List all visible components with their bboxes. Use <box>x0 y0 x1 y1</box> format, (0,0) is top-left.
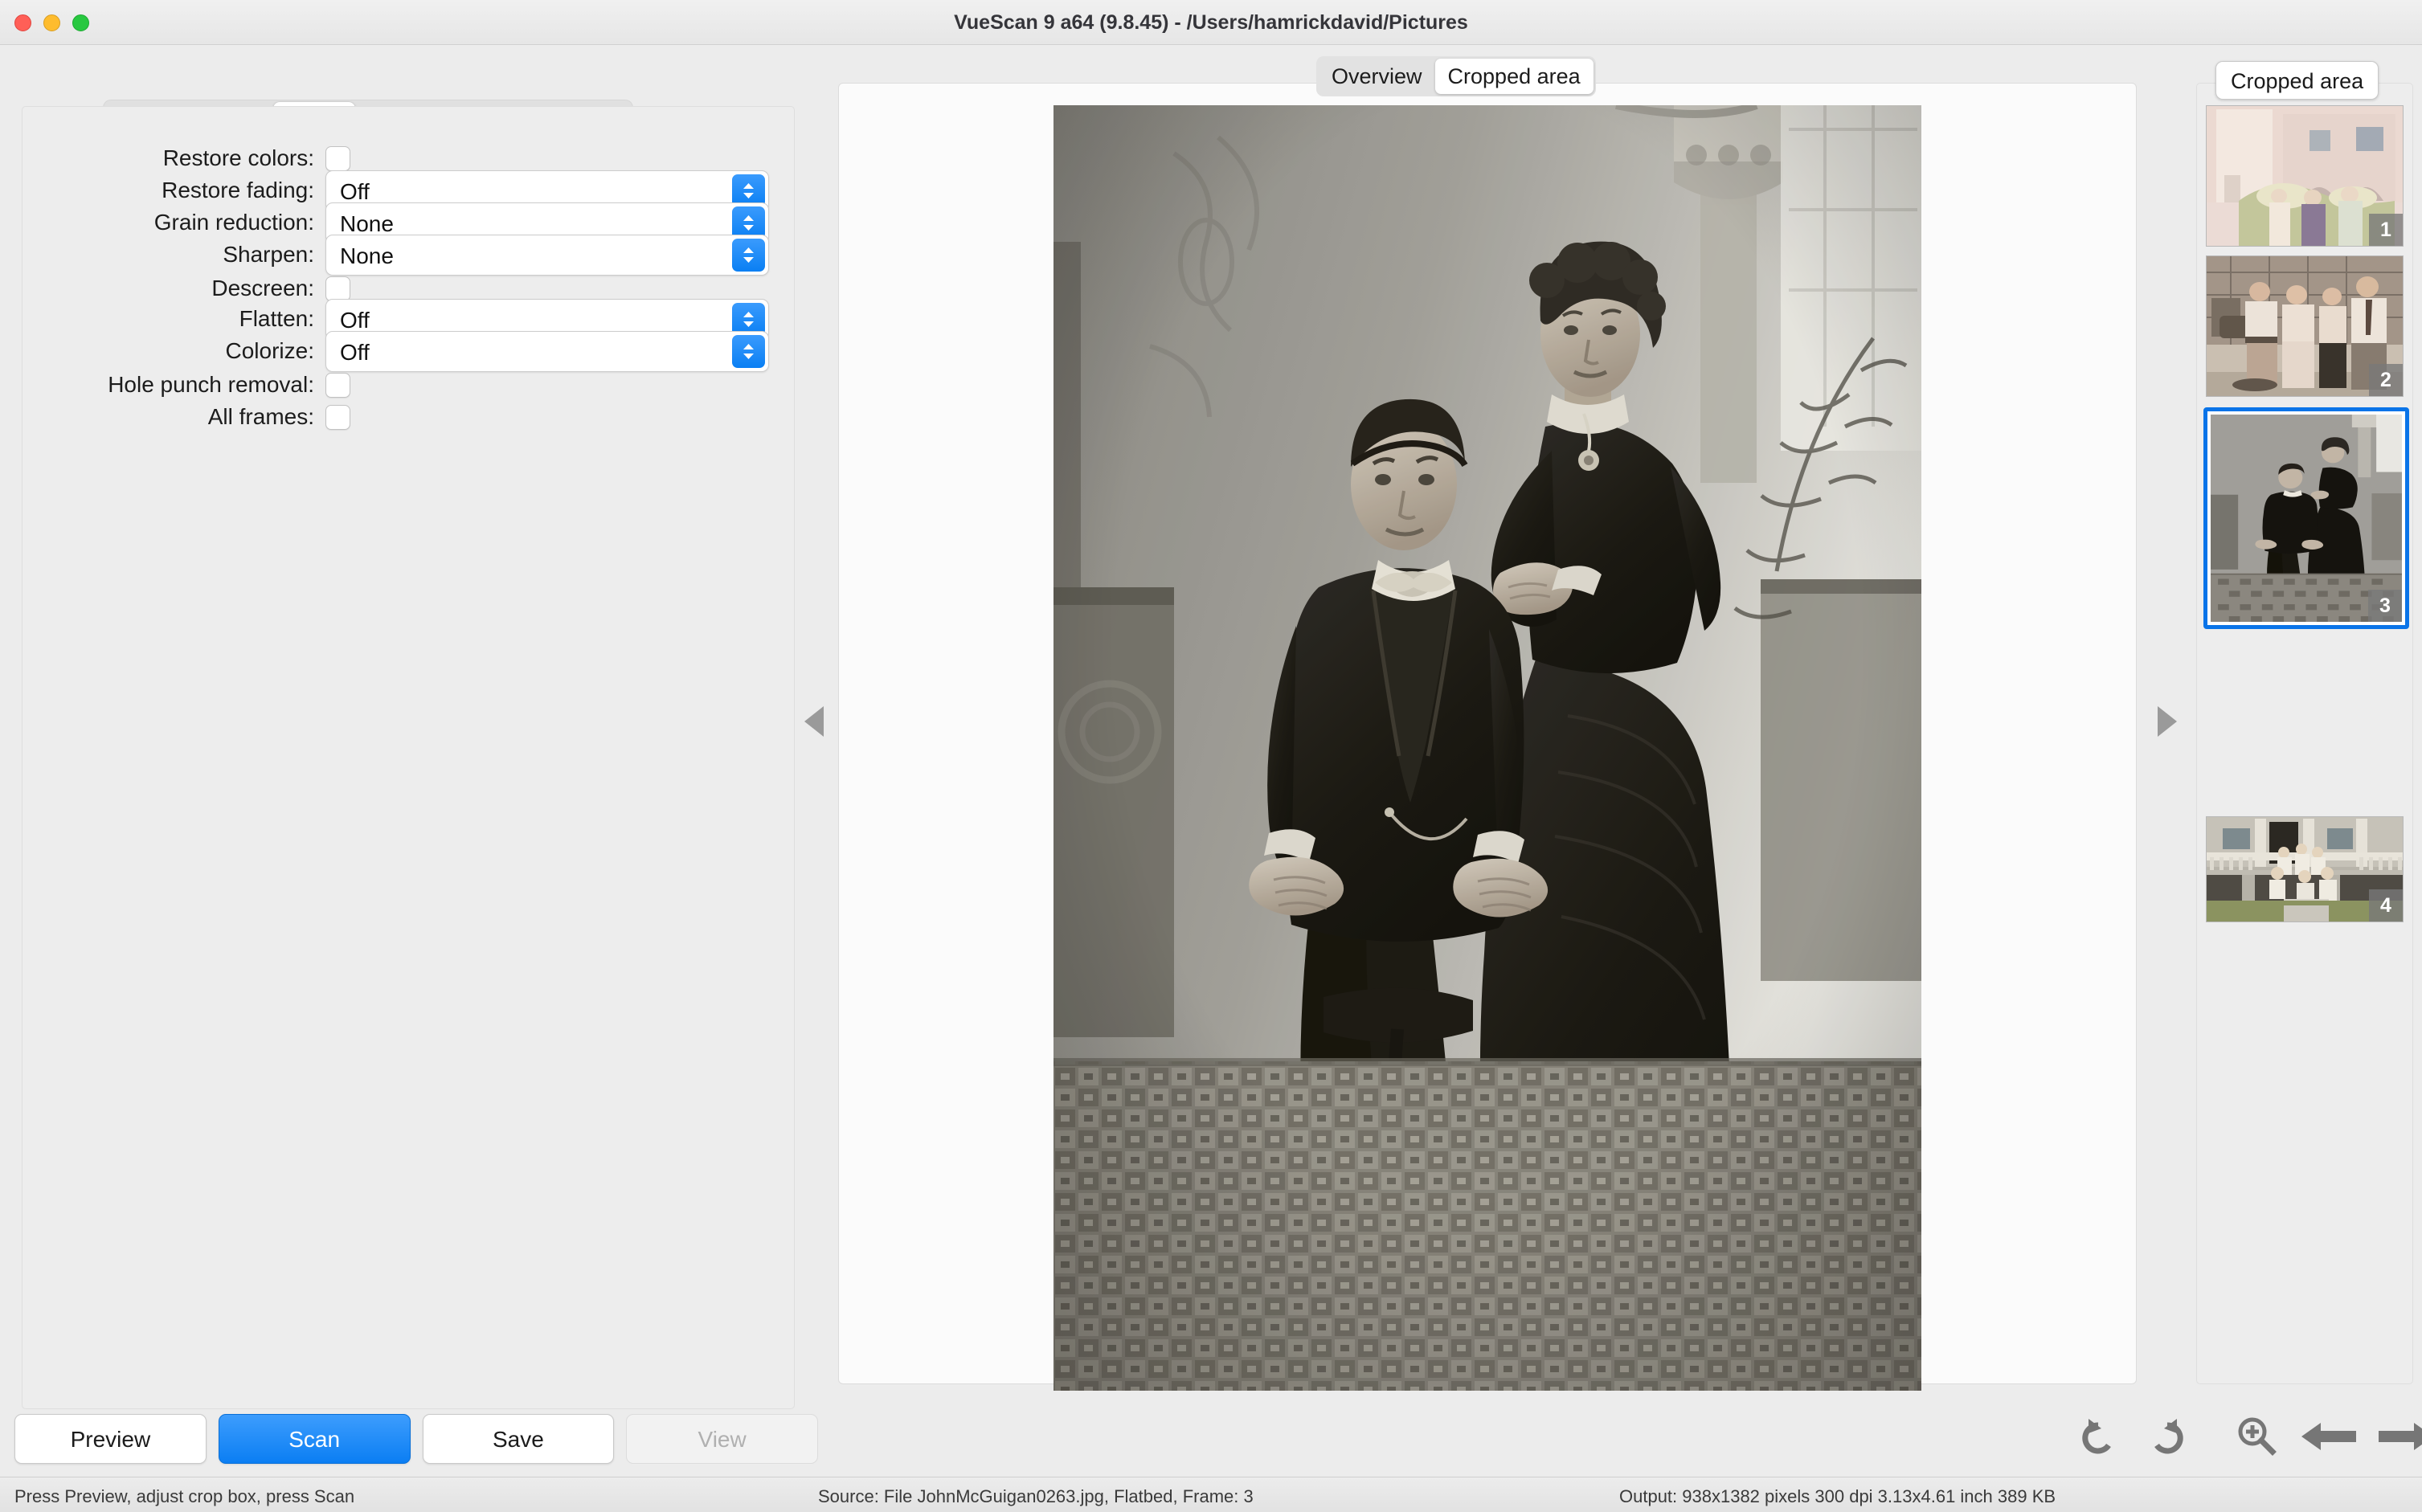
list-item[interactable]: 1 <box>2206 105 2404 247</box>
option-label: Flatten: <box>23 306 325 332</box>
checkbox-restore-colors[interactable] <box>325 146 350 171</box>
checkbox-hole-punch-removal[interactable] <box>325 373 350 398</box>
status-source: Source: File JohnMcGuigan0263.jpg, Flatb… <box>818 1486 1254 1507</box>
option-label: All frames: <box>23 404 325 430</box>
view-button: View <box>626 1414 818 1464</box>
preview-tab-group[interactable]: OverviewCropped area <box>1316 56 1596 96</box>
option-label: Colorize: <box>23 338 325 364</box>
option-label: Restore colors: <box>23 145 325 171</box>
option-row: All frames: <box>23 398 796 436</box>
scan-button[interactable]: Scan <box>219 1414 411 1464</box>
save-button[interactable]: Save <box>423 1414 615 1464</box>
preview-tab-overview[interactable]: Overview <box>1319 59 1435 94</box>
cropped-area-button[interactable]: Cropped area <box>2215 61 2379 100</box>
option-label: Sharpen: <box>23 242 325 268</box>
checkbox-all-frames[interactable] <box>325 405 350 430</box>
thumbnail-number: 3 <box>2368 590 2402 622</box>
rotate-right-icon[interactable] <box>2142 1412 2192 1461</box>
list-item[interactable]: 2 <box>2206 255 2404 397</box>
option-label: Descreen: <box>23 276 325 301</box>
window-title: VueScan 9 a64 (9.8.45) - /Users/hamrickd… <box>0 0 2422 45</box>
option-label: Restore fading: <box>23 178 325 203</box>
preview-tab-cropped-area[interactable]: Cropped area <box>1435 59 1594 94</box>
rotate-left-icon[interactable] <box>2073 1412 2123 1461</box>
image-tool-bar <box>2073 1412 2422 1461</box>
option-row: Colorize:Off <box>23 332 796 370</box>
arrow-right-icon[interactable] <box>2377 1412 2422 1461</box>
action-button-bar: PreviewScanSaveView <box>14 1414 818 1469</box>
triangle-left-icon[interactable] <box>804 706 824 737</box>
preview-image[interactable] <box>1053 105 1921 1391</box>
thumbnail-number: 2 <box>2369 364 2403 396</box>
stepper-colorize[interactable] <box>732 335 765 368</box>
list-item[interactable]: 4 <box>2206 816 2404 922</box>
checkbox-descreen[interactable] <box>325 276 350 301</box>
stepper-sharpen[interactable] <box>732 239 765 272</box>
thumbnail-number: 1 <box>2369 214 2403 246</box>
arrow-left-icon[interactable] <box>2300 1412 2358 1461</box>
preview-button[interactable]: Preview <box>14 1414 207 1464</box>
list-item[interactable]: 3 <box>2203 407 2409 629</box>
option-row: Sharpen:None <box>23 235 796 274</box>
status-output: Output: 938x1382 pixels 300 dpi 3.13x4.6… <box>1619 1486 2056 1507</box>
portrait-photograph <box>1053 105 1921 1391</box>
zoom-in-icon[interactable] <box>2231 1412 2281 1461</box>
option-label: Grain reduction: <box>23 210 325 235</box>
triangle-right-icon[interactable] <box>2158 706 2177 737</box>
title-bar: VueScan 9 a64 (9.8.45) - /Users/hamrickd… <box>0 0 2422 45</box>
status-bar: Press Preview, adjust crop box, press Sc… <box>0 1477 2422 1512</box>
status-hint: Press Preview, adjust crop box, press Sc… <box>14 1486 354 1507</box>
filter-options-panel: Restore colors:Restore fading:OffGrain r… <box>22 106 795 1409</box>
thumbnail-number: 4 <box>2369 889 2403 922</box>
option-label: Hole punch removal: <box>23 372 325 398</box>
